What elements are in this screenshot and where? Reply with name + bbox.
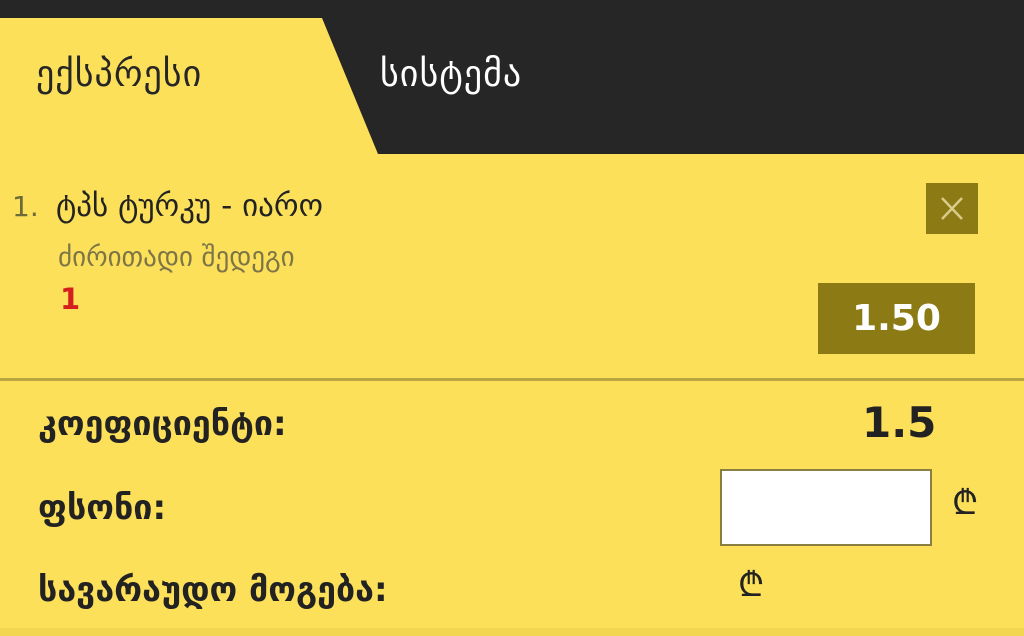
- betslip-tabs: ექსპრესი სისტემა: [0, 18, 1024, 154]
- coefficient-value: 1.5: [862, 398, 937, 447]
- stake-label: ფსონი:: [38, 488, 167, 528]
- bet-odds[interactable]: 1.50: [818, 283, 975, 354]
- bet-item: 1. ტპს ტურკუ - იარო ძირითადი შედეგი 1 1.…: [0, 154, 1024, 378]
- potential-win-currency: ₾: [738, 565, 765, 605]
- tab-system-label[interactable]: სისტემა: [380, 54, 522, 95]
- bet-number: 1.: [12, 190, 39, 223]
- divider: [0, 378, 1024, 381]
- stake-input[interactable]: [720, 469, 932, 546]
- bet-pick: 1: [60, 282, 81, 316]
- tab-express-label[interactable]: ექსპრესი: [36, 54, 202, 95]
- coefficient-label: კოეფიციენტი:: [38, 404, 287, 444]
- stake-currency: ₾: [952, 483, 979, 523]
- bottom-edge: [0, 628, 1024, 636]
- bet-market: ძირითადი შედეგი: [58, 242, 295, 273]
- remove-bet-button[interactable]: [926, 183, 978, 234]
- top-bar: [0, 0, 1024, 18]
- bet-match-name: ტპს ტურკუ - იარო: [56, 188, 323, 224]
- potential-win-label: სავარაუდო მოგება:: [38, 570, 388, 610]
- close-icon: [941, 197, 963, 220]
